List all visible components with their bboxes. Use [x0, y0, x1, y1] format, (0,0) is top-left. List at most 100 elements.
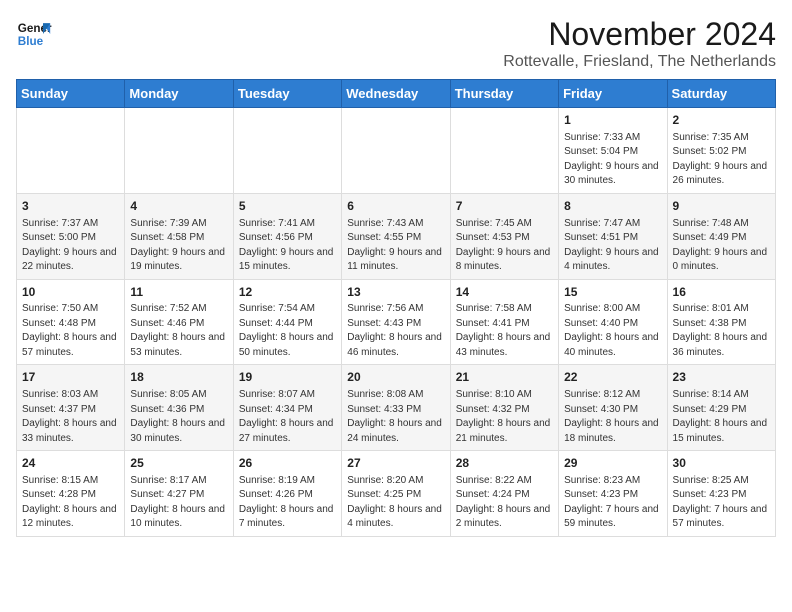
calendar-cell: 26 Sunrise: 8:19 AM Sunset: 4:26 PM Dayli… [233, 451, 341, 537]
calendar-cell: 12Sunrise: 7:54 AM Sunset: 4:44 PM Dayli… [233, 279, 341, 365]
logo: General Blue [16, 16, 52, 52]
day-number: 10 [22, 284, 119, 301]
calendar-cell [342, 108, 450, 194]
day-info: Sunrise: 7:47 AM Sunset: 4:51 PM Dayligh… [564, 217, 661, 275]
week-row-4: 17 Sunrise: 8:03 AM Sunset: 4:37 PM Dayli… [17, 365, 776, 451]
month-title: November 2024 [503, 16, 776, 53]
calendar-cell: 25Sunrise: 8:17 AM Sunset: 4:27 PM Dayli… [125, 451, 233, 537]
day-number: 20 [347, 369, 444, 386]
day-number: 7 [456, 198, 553, 215]
calendar-cell: 6 Sunrise: 7:43 AM Sunset: 4:55 PM Daylig… [342, 193, 450, 279]
calendar-cell: 15Sunrise: 8:00 AM Sunset: 4:40 PM Dayli… [559, 279, 667, 365]
day-number: 9 [673, 198, 770, 215]
calendar-cell: 5 Sunrise: 7:41 AM Sunset: 4:56 PM Daylig… [233, 193, 341, 279]
weekday-header-monday: Monday [125, 80, 233, 108]
calendar-cell: 13Sunrise: 7:56 AM Sunset: 4:43 PM Dayli… [342, 279, 450, 365]
header: General Blue November 2024 Rottevalle, F… [16, 16, 776, 71]
day-info: Sunrise: 7:39 AM Sunset: 4:58 PM Dayligh… [130, 217, 227, 275]
day-info: Sunrise: 8:12 AM Sunset: 4:30 PM Dayligh… [564, 388, 661, 446]
day-info: Sunrise: 7:41 AM Sunset: 4:56 PM Dayligh… [239, 217, 336, 275]
day-number: 22 [564, 369, 661, 386]
calendar-cell: 27 Sunrise: 8:20 AM Sunset: 4:25 PM Dayli… [342, 451, 450, 537]
calendar-cell: 20 Sunrise: 8:08 AM Sunset: 4:33 PM Dayli… [342, 365, 450, 451]
day-info: Sunrise: 8:00 AM Sunset: 4:40 PM Dayligh… [564, 302, 661, 360]
day-number: 4 [130, 198, 227, 215]
day-info: Sunrise: 7:45 AM Sunset: 4:53 PM Dayligh… [456, 217, 553, 275]
day-info: Sunrise: 8:10 AM Sunset: 4:32 PM Dayligh… [456, 388, 553, 446]
day-number: 25 [130, 455, 227, 472]
week-row-5: 24 Sunrise: 8:15 AM Sunset: 4:28 PM Dayli… [17, 451, 776, 537]
day-info: Sunrise: 8:07 AM Sunset: 4:34 PM Dayligh… [239, 388, 336, 446]
day-number: 30 [673, 455, 770, 472]
weekday-header-row: SundayMondayTuesdayWednesdayThursdayFrid… [17, 80, 776, 108]
calendar-cell: 23 Sunrise: 8:14 AM Sunset: 4:29 PM Dayli… [667, 365, 775, 451]
calendar-cell [233, 108, 341, 194]
day-info: Sunrise: 7:58 AM Sunset: 4:41 PM Dayligh… [456, 302, 553, 360]
day-info: Sunrise: 8:25 AM Sunset: 4:23 PM Dayligh… [673, 474, 770, 532]
week-row-3: 10Sunrise: 7:50 AM Sunset: 4:48 PM Dayli… [17, 279, 776, 365]
day-number: 13 [347, 284, 444, 301]
day-info: Sunrise: 8:19 AM Sunset: 4:26 PM Dayligh… [239, 474, 336, 532]
day-number: 17 [22, 369, 119, 386]
location-title: Rottevalle, Friesland, The Netherlands [503, 53, 776, 71]
title-area: November 2024 Rottevalle, Friesland, The… [503, 16, 776, 71]
day-info: Sunrise: 8:15 AM Sunset: 4:28 PM Dayligh… [22, 474, 119, 532]
calendar-cell: 28Sunrise: 8:22 AM Sunset: 4:24 PM Dayli… [450, 451, 558, 537]
calendar-cell: 8Sunrise: 7:47 AM Sunset: 4:51 PM Daylig… [559, 193, 667, 279]
day-number: 11 [130, 284, 227, 301]
day-number: 27 [347, 455, 444, 472]
calendar-cell: 1Sunrise: 7:33 AM Sunset: 5:04 PM Daylig… [559, 108, 667, 194]
day-info: Sunrise: 8:20 AM Sunset: 4:25 PM Dayligh… [347, 474, 444, 532]
calendar-cell [125, 108, 233, 194]
day-number: 23 [673, 369, 770, 386]
day-number: 15 [564, 284, 661, 301]
calendar: SundayMondayTuesdayWednesdayThursdayFrid… [16, 79, 776, 537]
day-info: Sunrise: 8:23 AM Sunset: 4:23 PM Dayligh… [564, 474, 661, 532]
day-number: 29 [564, 455, 661, 472]
day-number: 5 [239, 198, 336, 215]
calendar-cell: 4 Sunrise: 7:39 AM Sunset: 4:58 PM Daylig… [125, 193, 233, 279]
day-number: 16 [673, 284, 770, 301]
day-info: Sunrise: 8:05 AM Sunset: 4:36 PM Dayligh… [130, 388, 227, 446]
day-info: Sunrise: 7:43 AM Sunset: 4:55 PM Dayligh… [347, 217, 444, 275]
day-number: 6 [347, 198, 444, 215]
day-info: Sunrise: 7:56 AM Sunset: 4:43 PM Dayligh… [347, 302, 444, 360]
day-info: Sunrise: 7:35 AM Sunset: 5:02 PM Dayligh… [673, 131, 770, 189]
day-number: 3 [22, 198, 119, 215]
svg-text:Blue: Blue [18, 35, 44, 48]
calendar-cell: 7 Sunrise: 7:45 AM Sunset: 4:53 PM Daylig… [450, 193, 558, 279]
day-info: Sunrise: 8:01 AM Sunset: 4:38 PM Dayligh… [673, 302, 770, 360]
calendar-cell: 3 Sunrise: 7:37 AM Sunset: 5:00 PM Daylig… [17, 193, 125, 279]
weekday-header-saturday: Saturday [667, 80, 775, 108]
calendar-cell [17, 108, 125, 194]
day-info: Sunrise: 7:33 AM Sunset: 5:04 PM Dayligh… [564, 131, 661, 189]
day-info: Sunrise: 8:08 AM Sunset: 4:33 PM Dayligh… [347, 388, 444, 446]
calendar-cell: 16Sunrise: 8:01 AM Sunset: 4:38 PM Dayli… [667, 279, 775, 365]
day-number: 26 [239, 455, 336, 472]
day-number: 24 [22, 455, 119, 472]
day-info: Sunrise: 8:03 AM Sunset: 4:37 PM Dayligh… [22, 388, 119, 446]
logo-icon: General Blue [16, 16, 52, 52]
day-number: 14 [456, 284, 553, 301]
weekday-header-friday: Friday [559, 80, 667, 108]
day-number: 19 [239, 369, 336, 386]
day-info: Sunrise: 7:37 AM Sunset: 5:00 PM Dayligh… [22, 217, 119, 275]
calendar-cell: 24 Sunrise: 8:15 AM Sunset: 4:28 PM Dayli… [17, 451, 125, 537]
day-number: 18 [130, 369, 227, 386]
calendar-cell: 11Sunrise: 7:52 AM Sunset: 4:46 PM Dayli… [125, 279, 233, 365]
calendar-cell [450, 108, 558, 194]
day-number: 12 [239, 284, 336, 301]
calendar-cell: 14Sunrise: 7:58 AM Sunset: 4:41 PM Dayli… [450, 279, 558, 365]
day-info: Sunrise: 8:14 AM Sunset: 4:29 PM Dayligh… [673, 388, 770, 446]
week-row-2: 3 Sunrise: 7:37 AM Sunset: 5:00 PM Daylig… [17, 193, 776, 279]
day-info: Sunrise: 7:52 AM Sunset: 4:46 PM Dayligh… [130, 302, 227, 360]
day-info: Sunrise: 8:22 AM Sunset: 4:24 PM Dayligh… [456, 474, 553, 532]
calendar-cell: 17 Sunrise: 8:03 AM Sunset: 4:37 PM Dayli… [17, 365, 125, 451]
weekday-header-sunday: Sunday [17, 80, 125, 108]
weekday-header-thursday: Thursday [450, 80, 558, 108]
day-info: Sunrise: 7:48 AM Sunset: 4:49 PM Dayligh… [673, 217, 770, 275]
weekday-header-tuesday: Tuesday [233, 80, 341, 108]
calendar-cell: 19 Sunrise: 8:07 AM Sunset: 4:34 PM Dayli… [233, 365, 341, 451]
day-info: Sunrise: 7:54 AM Sunset: 4:44 PM Dayligh… [239, 302, 336, 360]
week-row-1: 1Sunrise: 7:33 AM Sunset: 5:04 PM Daylig… [17, 108, 776, 194]
